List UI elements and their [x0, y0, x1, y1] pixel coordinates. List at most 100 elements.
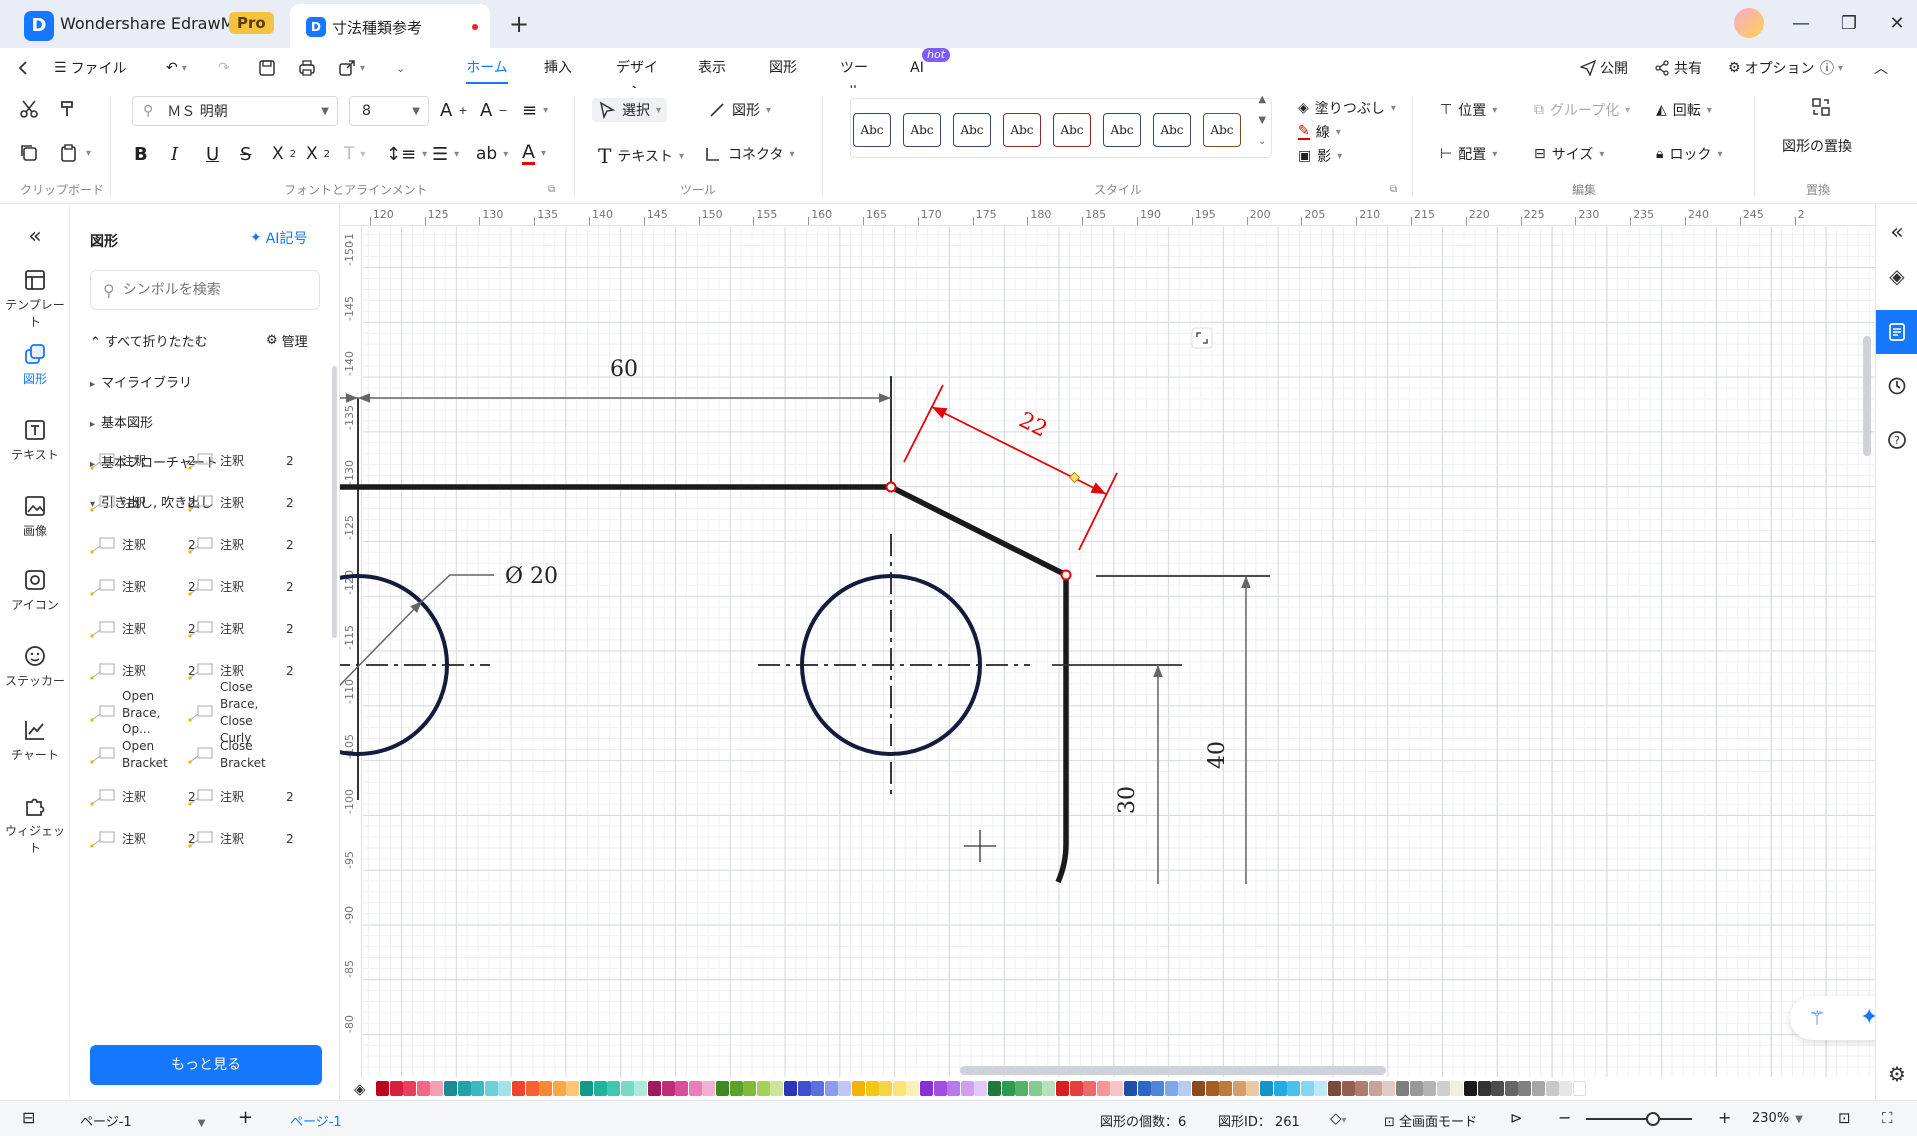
shape-item[interactable]: 注釈 2	[188, 822, 306, 856]
pro-badge[interactable]: Pro	[229, 12, 274, 34]
fit-page-icon[interactable]: ⊡	[1838, 1109, 1851, 1127]
add-page-icon[interactable]: +	[238, 1107, 253, 1128]
undo-icon[interactable]: ↶ ▾	[166, 56, 187, 80]
zoom-level[interactable]: 230% ▼	[1752, 1111, 1803, 1126]
shadow-button[interactable]: ▣ 影 ▾	[1298, 146, 1342, 166]
color-swatch[interactable]	[1504, 1081, 1518, 1096]
tab-home[interactable]: ホーム	[466, 56, 508, 84]
tab-tools[interactable]: ツール	[836, 56, 872, 100]
rotate-button[interactable]: ◭ 回転 ▾	[1656, 100, 1712, 120]
underline-icon[interactable]: U	[206, 144, 219, 165]
color-swatch[interactable]	[498, 1081, 512, 1096]
font-size-select[interactable]: 8 ▼	[349, 96, 429, 126]
style-gallery-scroll[interactable]: ▲ ▼ ⌄	[1258, 94, 1266, 147]
color-swatch[interactable]	[1423, 1081, 1437, 1096]
publish-button[interactable]: 公開	[1580, 56, 1628, 80]
color-swatch[interactable]	[1083, 1081, 1097, 1096]
quick-access-dropdown-icon[interactable]: ⌄	[396, 56, 405, 80]
color-swatch[interactable]	[1056, 1081, 1069, 1096]
color-swatch[interactable]	[620, 1081, 634, 1096]
tab-ai[interactable]: AI hot	[908, 48, 951, 84]
shape-item[interactable]: 注釈 2	[188, 780, 306, 814]
new-tab-button[interactable]: +	[505, 10, 533, 38]
color-swatch[interactable]	[1178, 1081, 1192, 1096]
manage-button[interactable]: ⚙ 管理	[266, 331, 308, 350]
page-select[interactable]: ページ-1 ▼	[80, 1111, 205, 1130]
font-dialog-launcher-icon[interactable]: ⧉	[548, 184, 555, 195]
color-swatch[interactable]	[1042, 1081, 1056, 1096]
color-swatch[interactable]	[1260, 1081, 1273, 1096]
color-swatch[interactable]	[1464, 1081, 1477, 1096]
zoom-in-icon[interactable]: +	[1718, 1108, 1731, 1127]
shape-item[interactable]: 注釈 2	[188, 444, 306, 478]
color-swatch[interactable]	[892, 1081, 906, 1096]
cut-icon[interactable]	[18, 98, 40, 120]
color-swatch[interactable]	[1124, 1081, 1137, 1096]
color-swatch[interactable]	[376, 1081, 389, 1096]
color-swatch[interactable]	[879, 1081, 893, 1096]
zoom-slider-thumb[interactable]	[1646, 1112, 1660, 1126]
color-swatch[interactable]	[1069, 1081, 1083, 1096]
close-icon[interactable]: ✕	[1882, 9, 1912, 39]
color-swatch[interactable]	[607, 1081, 621, 1096]
category-basic-shapes[interactable]: 基本図形	[90, 412, 153, 431]
shape-item[interactable]: 注釈 2	[188, 570, 306, 604]
symbol-search[interactable]: ⚲	[90, 270, 320, 310]
restore-icon[interactable]: ❐	[1834, 9, 1864, 39]
color-swatch[interactable]	[1409, 1081, 1423, 1096]
diameter-text[interactable]: Ø 20	[505, 564, 558, 589]
category-my-library[interactable]: マイライブラリ	[90, 372, 192, 391]
color-swatch[interactable]	[1314, 1081, 1328, 1096]
more-shapes-button[interactable]: もっと見る	[90, 1045, 322, 1085]
lock-button[interactable]: 🔒︎ ロック ▾	[1656, 144, 1722, 164]
export-icon[interactable]: ▾	[338, 56, 365, 80]
rail-chart[interactable]: チャート	[0, 718, 70, 763]
magic-wand-icon[interactable]: ⚚	[1808, 1006, 1826, 1030]
tab-view[interactable]: 表示	[696, 56, 728, 84]
play-icon[interactable]: ⊳	[1510, 1109, 1523, 1127]
fill-bucket-icon[interactable]: ◈	[1876, 254, 1917, 298]
connector-tool-button[interactable]: コネクタ ▾	[704, 144, 794, 164]
symbol-search-input[interactable]	[122, 282, 293, 298]
color-swatch[interactable]	[1491, 1081, 1505, 1096]
layers-icon[interactable]: ◇▾	[1330, 1109, 1347, 1127]
color-swatch[interactable]	[539, 1081, 553, 1096]
superscript-icon[interactable]: X2	[272, 144, 296, 164]
ai-symbol-button[interactable]: ✦ AI記号	[250, 228, 307, 248]
color-swatch[interactable]	[1110, 1081, 1124, 1096]
color-swatch[interactable]	[403, 1081, 417, 1096]
tab-insert[interactable]: 挿入	[542, 56, 574, 84]
color-swatch[interactable]	[729, 1081, 743, 1096]
color-swatch[interactable]	[1355, 1081, 1369, 1096]
color-swatch[interactable]	[784, 1081, 797, 1096]
color-swatch[interactable]	[1518, 1081, 1532, 1096]
color-swatch[interactable]	[648, 1081, 661, 1096]
color-swatch[interactable]	[1246, 1081, 1260, 1096]
text-tool-button[interactable]: T テキスト ▾	[598, 144, 684, 168]
document-tab[interactable]: D 寸法種類参考	[290, 4, 490, 48]
color-swatch[interactable]	[716, 1081, 729, 1096]
page-properties-icon[interactable]	[1876, 310, 1917, 354]
minimize-icon[interactable]: —	[1786, 9, 1816, 39]
collapse-all-button[interactable]: ⌃ すべて折りたたむ	[90, 331, 208, 350]
line-spacing-icon[interactable]: ↕≡ ▾	[386, 144, 427, 165]
color-swatch[interactable]	[811, 1081, 825, 1096]
style-preset-1[interactable]: Abc	[853, 113, 891, 147]
color-swatch[interactable]	[1450, 1081, 1464, 1096]
subscript-icon[interactable]: X2	[306, 144, 330, 164]
color-swatch[interactable]	[1300, 1081, 1314, 1096]
color-swatch[interactable]	[471, 1081, 485, 1096]
format-painter-icon[interactable]	[58, 98, 80, 120]
italic-icon[interactable]: I	[171, 144, 178, 165]
color-swatch[interactable]	[1532, 1081, 1545, 1096]
color-swatch[interactable]	[1545, 1081, 1559, 1096]
group-button[interactable]: ⧉ グループ化 ▾	[1534, 100, 1630, 120]
color-swatch[interactable]	[1205, 1081, 1219, 1096]
color-swatch[interactable]	[634, 1081, 648, 1096]
share-button[interactable]: 共有	[1654, 56, 1702, 80]
color-swatch[interactable]	[1572, 1081, 1586, 1096]
print-icon[interactable]	[298, 56, 316, 80]
dimension-text-40[interactable]: 40	[1205, 741, 1230, 769]
dimension-text-22[interactable]: 22	[1015, 408, 1051, 443]
shape-item[interactable]: 注釈 2	[188, 528, 306, 562]
